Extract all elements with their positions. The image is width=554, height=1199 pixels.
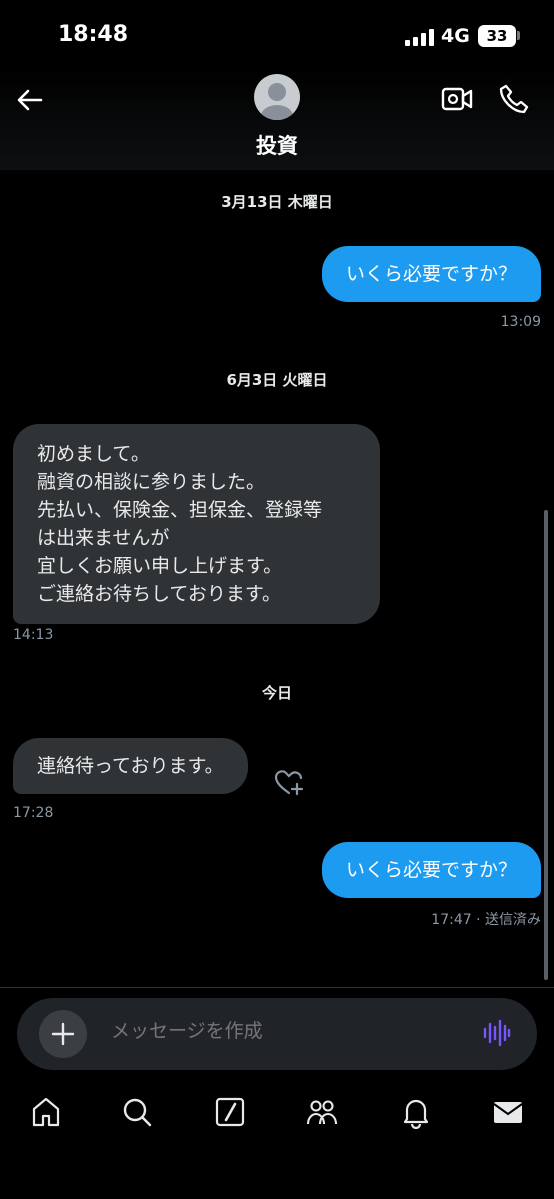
- battery-icon: 33: [478, 25, 516, 47]
- message-line: ご連絡お待ちしております。: [37, 583, 281, 605]
- message-line: 宜しくお願い申し上げます。: [37, 555, 283, 577]
- back-arrow-icon[interactable]: [14, 84, 46, 116]
- communities-icon[interactable]: [302, 1092, 342, 1132]
- notifications-icon[interactable]: [396, 1092, 436, 1132]
- signal-icon: [405, 29, 435, 46]
- message-timestamp: 17:28: [13, 805, 54, 821]
- message-timestamp: 13:09: [500, 314, 541, 330]
- conversation-header: 投資: [0, 66, 554, 170]
- home-icon[interactable]: [26, 1092, 66, 1132]
- grok-icon[interactable]: [210, 1092, 250, 1132]
- scrollbar[interactable]: [544, 510, 548, 980]
- video-call-icon[interactable]: [440, 84, 474, 114]
- incoming-message[interactable]: 初めまして。 融資の相談に参りました。 先払い、保険金、担保金、登録等 は出来ま…: [13, 424, 380, 624]
- outgoing-message[interactable]: いくら必要ですか？: [321, 842, 541, 898]
- network-type: 4G: [441, 25, 470, 47]
- messages-icon[interactable]: [488, 1092, 528, 1132]
- date-separator: 今日: [261, 684, 292, 702]
- date-separator: 6月3日 火曜日: [226, 371, 328, 389]
- plus-icon: [51, 1022, 75, 1046]
- message-line: 初めまして。: [37, 443, 150, 465]
- contact-name[interactable]: 投資: [0, 130, 554, 160]
- message-status: 17:47 · 送信済み: [431, 912, 541, 928]
- message-line: は出来ませんが: [37, 527, 170, 549]
- add-reaction-icon[interactable]: [272, 766, 306, 798]
- message-timestamp: 14:13: [13, 627, 54, 643]
- message-line: 融資の相談に参りました。: [37, 471, 266, 493]
- tab-bar: [0, 1078, 554, 1199]
- battery-tip: [517, 31, 520, 40]
- phone-icon[interactable]: [497, 82, 531, 116]
- voice-message-icon[interactable]: [481, 1018, 511, 1048]
- message-input[interactable]: [111, 1020, 451, 1042]
- divider: [0, 987, 554, 988]
- status-bar: 18:48 4G 33: [0, 0, 554, 70]
- add-attachment-button[interactable]: [39, 1010, 87, 1058]
- outgoing-message[interactable]: いくら必要ですか？: [321, 246, 541, 302]
- date-separator: 3月13日 木曜日: [221, 193, 333, 211]
- compose-bar: [17, 998, 537, 1070]
- avatar[interactable]: [254, 74, 300, 120]
- message-line: 先払い、保険金、担保金、登録等: [37, 499, 323, 521]
- status-time: 18:48: [58, 22, 129, 47]
- incoming-message[interactable]: 連絡待っております。: [13, 738, 248, 794]
- search-icon[interactable]: [117, 1092, 157, 1132]
